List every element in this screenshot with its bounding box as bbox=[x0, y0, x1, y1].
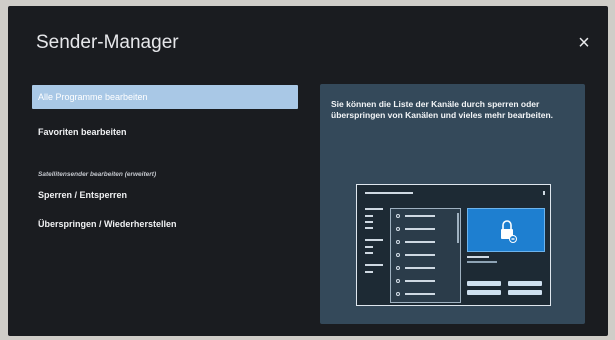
illustration-caption-line bbox=[467, 261, 497, 263]
close-button[interactable]: × bbox=[574, 32, 594, 54]
menu-item-lock-unlock[interactable]: Sperren / Entsperren bbox=[32, 183, 298, 207]
tv-screen: Sender-Manager × Alle Programme bearbeit… bbox=[8, 6, 608, 336]
illustration-side-line bbox=[365, 208, 383, 210]
illustration-side-line bbox=[365, 246, 373, 248]
illustration-list-line bbox=[405, 228, 435, 230]
illustration-button bbox=[467, 281, 501, 286]
illustration-side-line bbox=[365, 271, 373, 273]
illustration-list-line bbox=[405, 215, 435, 217]
channel-manager-illustration bbox=[356, 184, 551, 306]
illustration-list-line bbox=[405, 280, 435, 282]
illustration-side-line bbox=[365, 239, 383, 241]
illustration-channel-list bbox=[390, 208, 461, 303]
illustration-list-line bbox=[405, 241, 435, 243]
illustration-radio-icon bbox=[396, 227, 400, 231]
illustration-side-line bbox=[365, 264, 383, 266]
illustration-close-mark bbox=[543, 191, 545, 195]
menu-item-skip-restore[interactable]: Überspringen / Wiederherstellen bbox=[32, 212, 298, 236]
illustration-scrollbar bbox=[457, 213, 459, 243]
illustration-list-line bbox=[405, 267, 435, 269]
illustration-radio-icon bbox=[396, 253, 400, 257]
illustration-button bbox=[508, 290, 542, 295]
illustration-radio-icon bbox=[396, 292, 400, 296]
close-icon: × bbox=[578, 32, 590, 54]
page-title: Sender-Manager bbox=[36, 32, 179, 53]
preview-description: Sie können die Liste der Kanäle durch sp… bbox=[331, 99, 554, 120]
illustration-list-line bbox=[405, 293, 435, 295]
illustration-list-line bbox=[405, 254, 435, 256]
illustration-radio-icon bbox=[396, 214, 400, 218]
lock-icon bbox=[501, 220, 517, 243]
illustration-side-line bbox=[365, 252, 373, 254]
preview-panel: Sie können die Liste der Kanäle durch sp… bbox=[320, 84, 585, 324]
illustration-caption-line bbox=[467, 256, 489, 258]
illustration-radio-icon bbox=[396, 266, 400, 270]
illustration-preview-screen bbox=[467, 208, 545, 252]
menu-item-edit-all-programs[interactable]: Alle Programme bearbeiten bbox=[32, 85, 298, 109]
illustration-button bbox=[467, 290, 501, 295]
section-label-satellite: Satellitensender bearbeiten (erweitert) bbox=[38, 171, 157, 178]
illustration-side-line bbox=[365, 215, 373, 217]
illustration-title-bar bbox=[365, 192, 413, 194]
illustration-side-line bbox=[365, 221, 373, 223]
illustration-radio-icon bbox=[396, 240, 400, 244]
illustration-side-line bbox=[365, 227, 373, 229]
illustration-button bbox=[508, 281, 542, 286]
illustration-radio-icon bbox=[396, 279, 400, 283]
menu-item-edit-favorites[interactable]: Favoriten bearbeiten bbox=[32, 120, 298, 144]
